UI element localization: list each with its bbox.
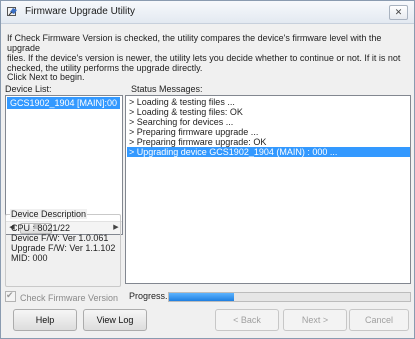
dialog-body: If Check Firmware Version is checked, th… — [1, 24, 414, 338]
intro-line: files. If the device's version is newer,… — [7, 53, 401, 63]
status-message: > Loading & testing files: OK — [129, 107, 243, 117]
status-message: > Preparing firmware upgrade ... — [129, 127, 259, 137]
mid-value: MID: 000 — [11, 253, 48, 263]
firmware-upgrade-window: Firmware Upgrade Utility ✕ If Check Firm… — [0, 0, 415, 339]
cancel-button[interactable]: Cancel — [349, 309, 409, 331]
status-message: > Upgrading device GCS1902_1904 (MAIN) :… — [127, 147, 410, 157]
intro-line: If Check Firmware Version is checked, th… — [7, 33, 382, 53]
status-message: > Searching for devices ... — [129, 117, 234, 127]
firmware-app-icon — [7, 7, 17, 16]
checkmark-icon: ✔ — [6, 290, 14, 300]
checkbox-box[interactable]: ✔ — [5, 290, 16, 302]
close-button[interactable]: ✕ — [389, 5, 408, 20]
device-description-group: Device Description CPU : 8021/22 Device … — [5, 209, 121, 287]
close-icon: ✕ — [394, 7, 403, 17]
progress-label: Progress... — [129, 291, 173, 301]
check-firmware-label: Check Firmware Version — [20, 293, 119, 303]
device-fw-value: Device F/W: Ver 1.0.061 — [11, 233, 109, 243]
status-message: > Loading & testing files ... — [129, 97, 235, 107]
window-title: Firmware Upgrade Utility — [25, 6, 136, 17]
title-bar[interactable]: Firmware Upgrade Utility ✕ — [1, 1, 414, 24]
click-next-instruction: Click Next to begin. — [7, 72, 85, 82]
help-button[interactable]: Help — [13, 309, 77, 331]
intro-text: If Check Firmware Version is checked, th… — [7, 33, 407, 73]
back-button[interactable]: < Back — [215, 309, 279, 331]
view-log-button[interactable]: View Log — [83, 309, 147, 331]
device-description-title: Device Description — [10, 209, 88, 219]
device-list-label: Device List: — [5, 84, 52, 94]
status-messages-label: Status Messages: — [131, 84, 203, 94]
check-firmware-version-checkbox[interactable]: ✔ Check Firmware Version — [5, 290, 119, 303]
next-button[interactable]: Next > — [283, 309, 347, 331]
status-messages-list[interactable]: > Loading & testing files ... > Loading … — [125, 95, 411, 284]
progress-bar-fill — [169, 293, 235, 301]
device-list-item[interactable]: GCS1902_1904 [MAIN]:00 — [7, 97, 121, 109]
progress-bar — [168, 292, 411, 302]
upgrade-fw-value: Upgrade F/W: Ver 1.1.102 — [11, 243, 116, 253]
cpu-value: CPU : 8021/22 — [11, 223, 71, 233]
status-message: > Preparing firmware upgrade: OK — [129, 137, 267, 147]
